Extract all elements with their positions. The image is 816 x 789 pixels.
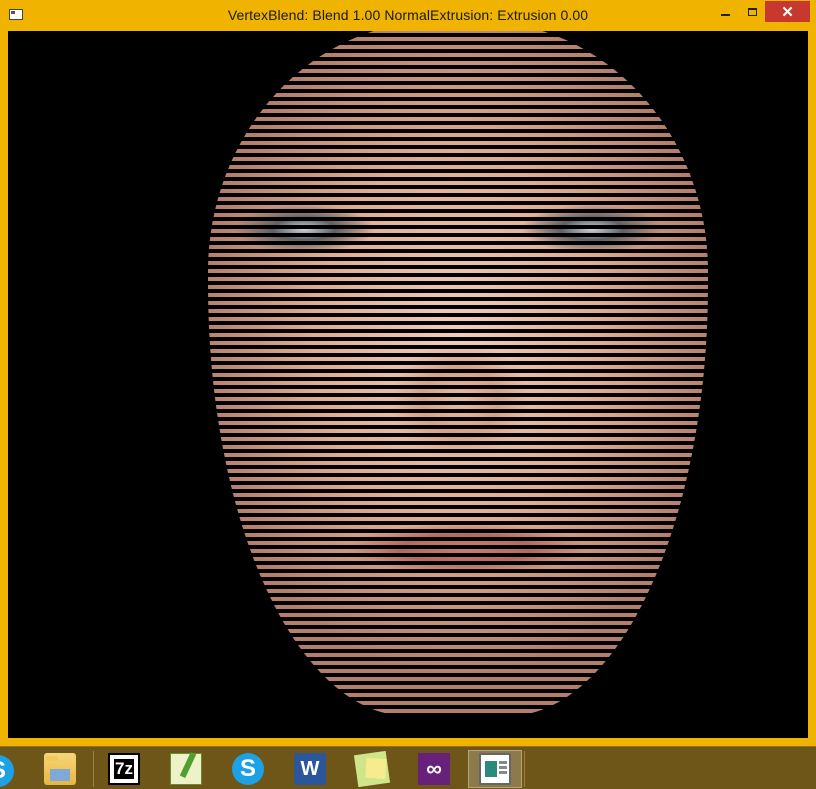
taskbar-item-vertexblend[interactable] <box>468 750 522 788</box>
title-bar[interactable]: VertexBlend: Blend 1.00 NormalExtrusion:… <box>0 0 816 31</box>
taskbar-separator <box>93 751 94 787</box>
taskbar-item-skype[interactable]: S <box>221 750 275 788</box>
skype-icon: S <box>232 753 264 785</box>
notepad-plus-plus-icon <box>170 753 202 785</box>
taskbar-item-file-explorer[interactable] <box>33 750 87 788</box>
taskbar-item-visual-studio[interactable]: ∞ <box>407 750 461 788</box>
app-window: VertexBlend: Blend 1.00 NormalExtrusion:… <box>0 0 816 746</box>
minimize-button[interactable] <box>711 1 739 22</box>
face-mesh-render <box>208 31 708 716</box>
close-icon: ✕ <box>781 3 794 21</box>
maximize-icon <box>747 7 757 16</box>
maximize-button[interactable] <box>739 1 765 22</box>
taskbar-separator <box>524 751 525 787</box>
taskbar-item-notepad-plus-plus[interactable] <box>159 750 213 788</box>
minimize-icon <box>720 13 730 16</box>
visual-studio-icon: ∞ <box>418 753 450 785</box>
window-title: VertexBlend: Blend 1.00 NormalExtrusion:… <box>227 7 589 23</box>
word-icon: W <box>294 753 326 785</box>
file-explorer-icon <box>44 753 76 785</box>
close-button[interactable]: ✕ <box>765 1 810 22</box>
sticky-notes-icon <box>353 750 391 788</box>
vertexblend-app-icon <box>479 753 511 785</box>
render-viewport[interactable] <box>8 31 808 738</box>
taskbar-item-sticky-notes[interactable] <box>345 750 399 788</box>
scanline-stripes <box>208 31 708 716</box>
7zip-icon: 7z <box>108 753 140 785</box>
taskbar: S 7z S W ∞ <box>0 746 816 789</box>
taskbar-item-word[interactable]: W <box>283 750 337 788</box>
taskbar-item-7zip[interactable]: 7z <box>97 750 151 788</box>
skype-icon[interactable]: S <box>0 755 14 787</box>
